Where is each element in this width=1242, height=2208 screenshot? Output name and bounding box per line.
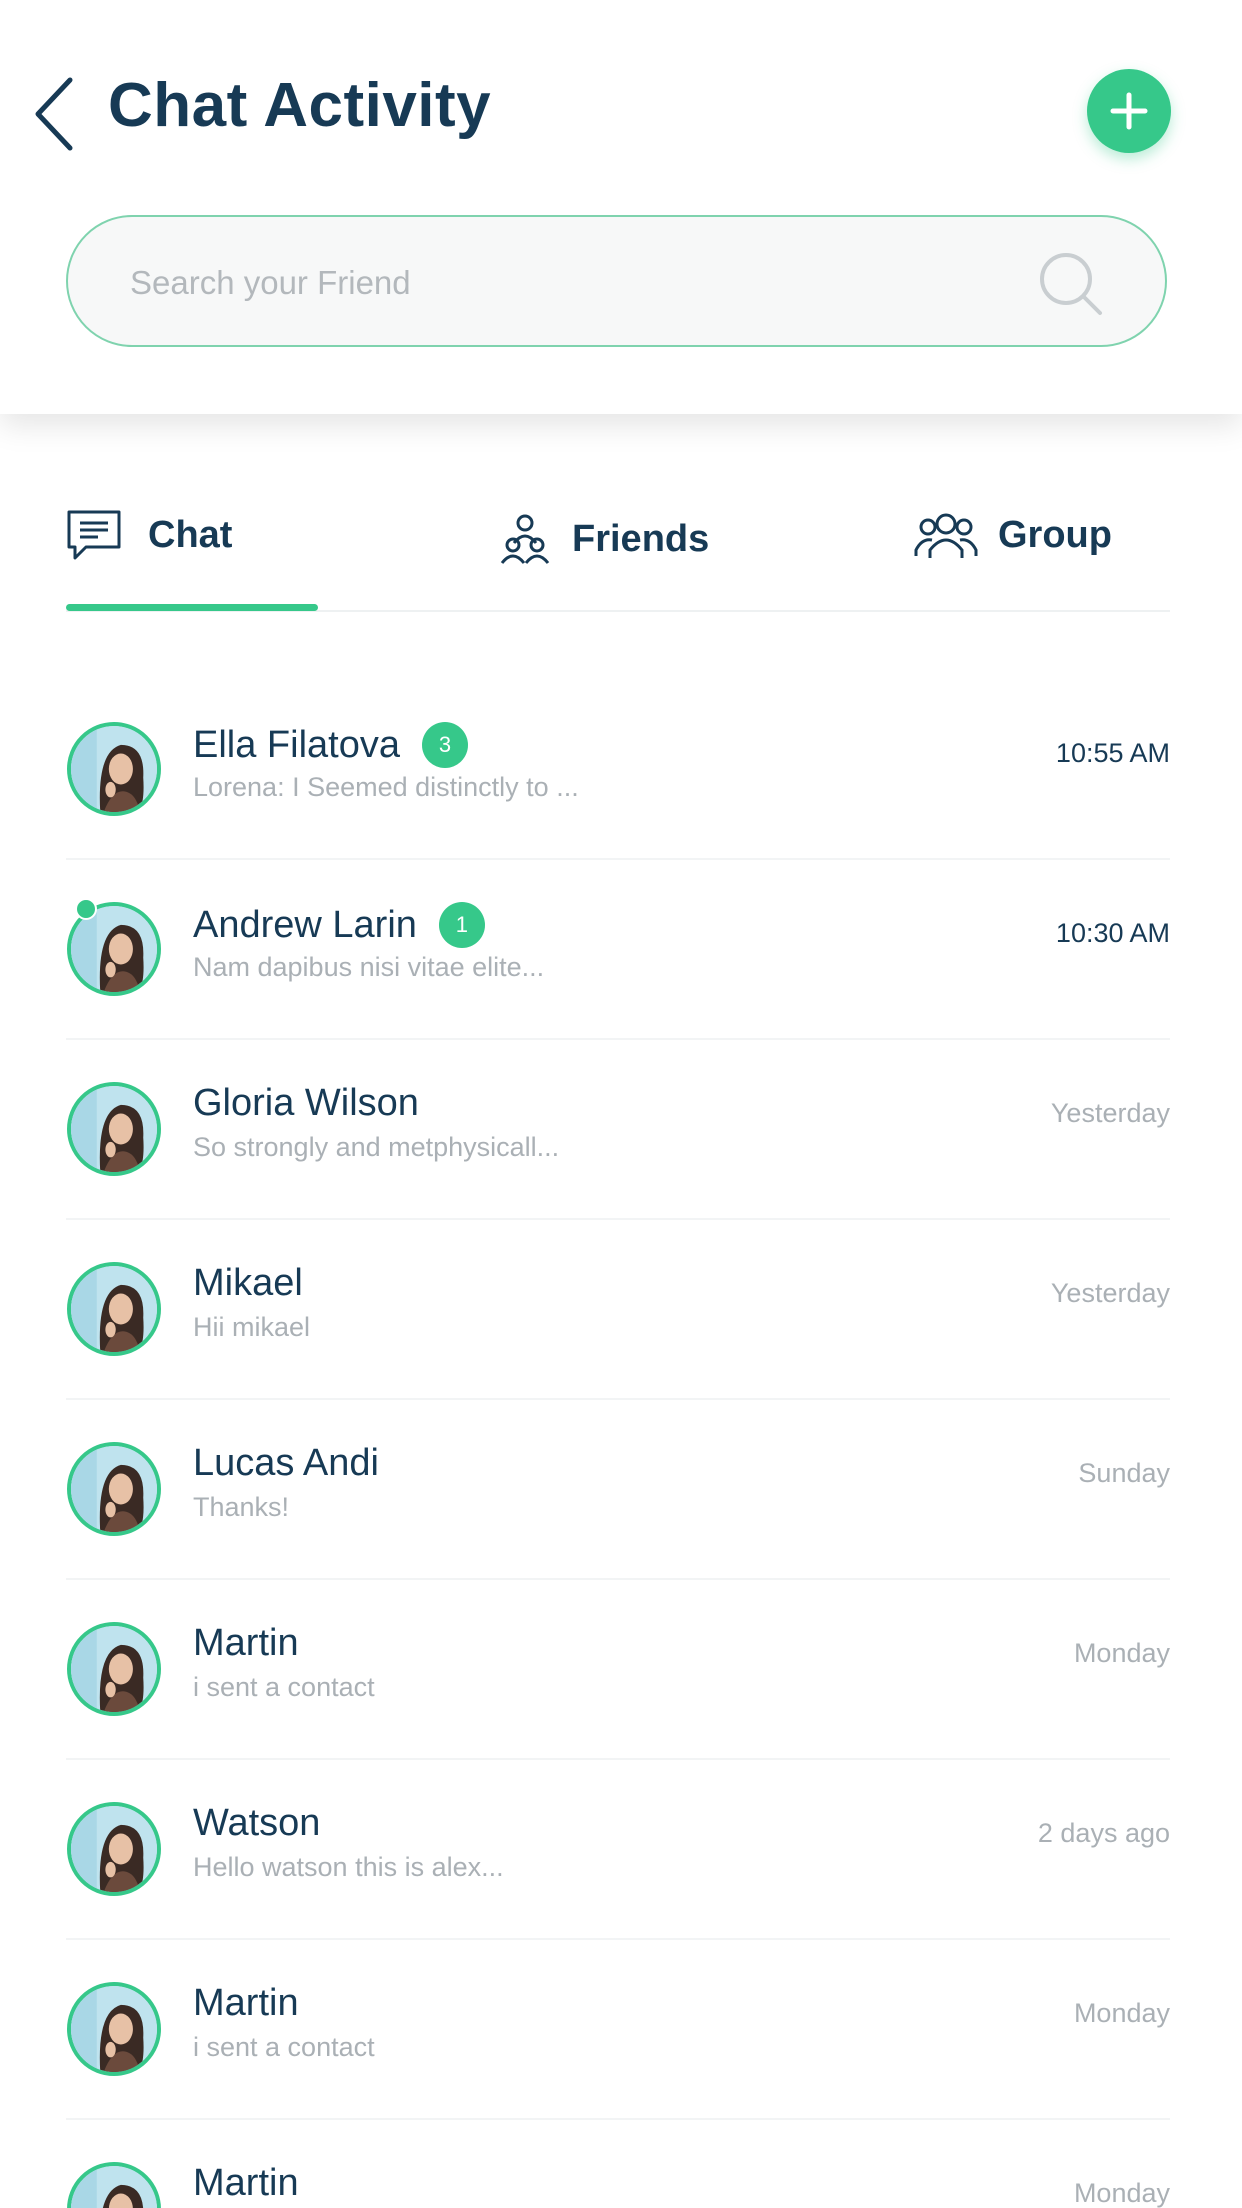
message-time: 2 days ago: [1037, 1818, 1170, 1848]
chat-row[interactable]: Andrew Larin 1 Nam dapibus nisi vitae eli…: [66, 860, 1170, 1040]
tab-chat-label: Chat: [148, 513, 233, 556]
chat-row[interactable]: Martin i sent a contact Monday: [66, 1580, 1170, 1760]
chevron-left-icon: [35, 77, 73, 151]
page-title: Chat Activity: [108, 71, 492, 140]
message-time: Monday: [1073, 2178, 1170, 2208]
message-preview: Nam dapibus nisi vitae elite...: [193, 952, 545, 982]
search-icon[interactable]: [1036, 249, 1106, 319]
contact-name: Lucas Andi: [193, 1442, 379, 1484]
chat-list: Ella Filatova 3 Lorena: I Seemed distinct…: [66, 680, 1170, 2208]
message-preview: So strongly and metphysicall...: [193, 1132, 560, 1162]
message-preview: i sent a contact: [193, 2032, 375, 2062]
avatar: [67, 1982, 161, 2076]
tab-friends[interactable]: Friends: [500, 504, 709, 574]
contact-name: Gloria Wilson: [193, 1082, 419, 1124]
message-time: Yesterday: [1050, 1098, 1170, 1128]
message-time: Yesterday: [1050, 1278, 1170, 1308]
tab-friends-label: Friends: [572, 517, 710, 560]
app-header: Chat Activity: [0, 0, 1242, 414]
avatar: [67, 1622, 161, 1716]
message-time: 10:30 AM: [1055, 918, 1170, 948]
group-icon: [914, 513, 978, 558]
tab-group[interactable]: Group: [914, 500, 1112, 570]
avatar: [67, 2162, 161, 2208]
message-time: Monday: [1073, 1638, 1170, 1668]
tab-bar: Chat Friends Group: [66, 480, 1170, 612]
chat-row[interactable]: Gloria Wilson So strongly and metphysica…: [66, 1040, 1170, 1220]
avatar: [67, 722, 161, 816]
search-bar: [66, 215, 1167, 347]
online-status-dot: [75, 898, 97, 920]
contact-name: Martin: [193, 2162, 299, 2204]
search-input[interactable]: [130, 255, 1010, 311]
tab-group-label: Group: [998, 513, 1112, 556]
message-preview: Hii mikael: [193, 1312, 311, 1342]
avatar: [67, 1262, 161, 1356]
message-preview: Lorena: I Seemed distinctly to ...: [193, 772, 579, 802]
active-tab-indicator: [66, 604, 318, 611]
message-time: 10:55 AM: [1055, 738, 1170, 768]
chat-row[interactable]: Watson Hello watson this is alex... 2 da…: [66, 1760, 1170, 1940]
avatar: [67, 1082, 161, 1176]
contact-name: Mikael: [193, 1262, 303, 1304]
chat-row[interactable]: Mikael Hii mikael Yesterday: [66, 1220, 1170, 1400]
back-button[interactable]: [30, 74, 80, 154]
plus-icon: [1110, 92, 1148, 130]
contact-name: Watson: [193, 1802, 321, 1844]
chat-row[interactable]: Lucas Andi Thanks! Sunday: [66, 1400, 1170, 1580]
chat-row[interactable]: Ella Filatova 3 Lorena: I Seemed distinct…: [66, 680, 1170, 860]
contact-name: Martin: [193, 1622, 299, 1664]
chat-bubble-icon: [67, 510, 121, 560]
message-preview: Hello watson this is alex...: [193, 1852, 504, 1882]
add-chat-button[interactable]: [1087, 69, 1171, 153]
avatar: [67, 1802, 161, 1896]
chat-row[interactable]: Martin Monday: [66, 2120, 1170, 2208]
contact-name: Ella Filatova: [193, 723, 400, 766]
avatar: [67, 1442, 161, 1536]
friends-icon: [500, 514, 550, 564]
contact-name: Martin: [193, 1982, 299, 2024]
unread-badge: 3: [421, 722, 468, 768]
message-time: Monday: [1073, 1998, 1170, 2028]
message-preview: i sent a contact: [193, 1672, 375, 1702]
chat-row[interactable]: Martin i sent a contact Monday: [66, 1940, 1170, 2120]
message-time: Sunday: [1078, 1458, 1170, 1488]
tab-chat[interactable]: Chat: [66, 500, 232, 570]
message-preview: Thanks!: [193, 1492, 290, 1522]
contact-name: Andrew Larin: [193, 903, 417, 946]
unread-badge: 1: [438, 902, 485, 948]
